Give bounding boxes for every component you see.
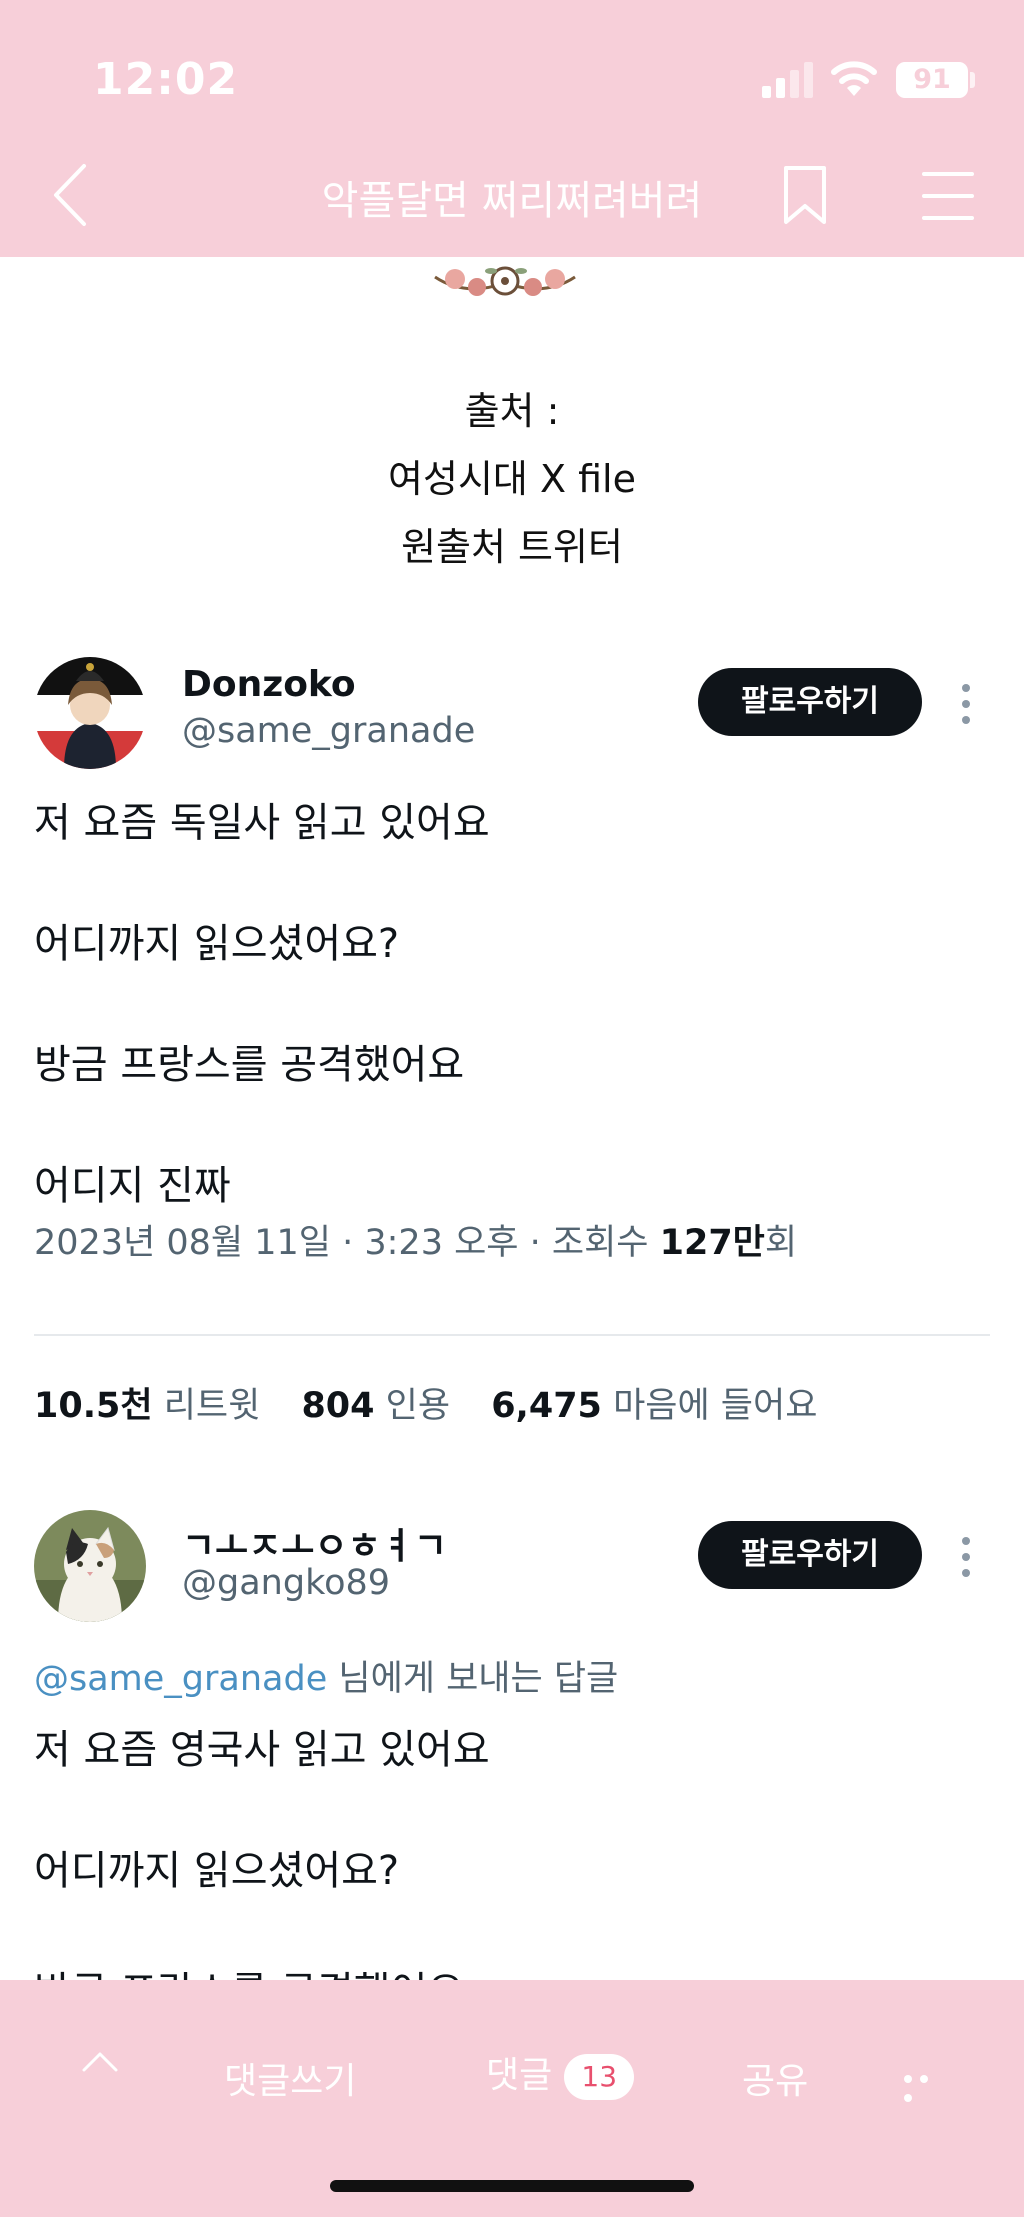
scroll-top-icon[interactable] (80, 2042, 120, 2082)
tweet-text-line: 어디지 진짜 (34, 1163, 231, 1209)
view-count: 127만 (659, 1223, 765, 1263)
flower-decoration-image (425, 257, 585, 313)
tweet-text-line: 방금 프랑스를 공격했어요 (34, 1959, 464, 1980)
like-label: 마음에 들어요 (613, 1386, 818, 1426)
reply-to-text: 님에게 보내는 답글 (327, 1659, 619, 1699)
bookmark-icon[interactable] (780, 164, 830, 226)
menu-icon[interactable] (922, 172, 974, 220)
reply-mention-link[interactable]: @same_granade (34, 1659, 327, 1699)
source-line: 원출처 트위터 (401, 525, 623, 569)
cellular-signal-icon (762, 62, 814, 98)
more-options-icon[interactable] (958, 684, 974, 728)
comments-label: 댓글 (486, 2055, 553, 2096)
view-count-suffix: 회 (764, 1223, 798, 1263)
retweet-label: 리트윗 (163, 1386, 261, 1426)
tweet-meta: 2023년 08월 11일 · 3:23 오후 · 조회수 127만회 (34, 1214, 797, 1265)
tweet-text-line: 어디까지 읽으셨어요? (34, 921, 400, 967)
tweet-text-line: 방금 프랑스를 공격했어요 (34, 1042, 465, 1088)
tweet-text-line: 저 요즘 독일사 읽고 있어요 (34, 800, 490, 846)
back-icon[interactable] (46, 160, 94, 230)
follow-button[interactable]: 팔로우하기 (698, 668, 922, 736)
user-handle[interactable]: @same_granade (182, 711, 475, 751)
source-text: 출처 : 여성시대 X file 원출처 트위터 (0, 377, 1024, 581)
comment-count-badge: 13 (564, 2054, 635, 2100)
status-time: 12:02 (93, 54, 239, 105)
top-bar: 12:02 91 악플달면 쩌리쩌려버려 (0, 0, 1024, 257)
source-line: 출처 : (464, 389, 560, 433)
post-content: 출처 : 여성시대 X file 원출처 트위터 Donzoko @same_g… (0, 257, 1024, 1980)
follow-button[interactable]: 팔로우하기 (698, 1521, 922, 1589)
tweet-text-line: 저 요즘 영국사 읽고 있어요 (34, 1727, 490, 1773)
page-title: 악플달면 쩌리쩌려버려 (321, 178, 703, 224)
write-comment-button[interactable]: 댓글쓰기 (224, 2052, 356, 2104)
divider (34, 1334, 990, 1336)
quote-label: 인용 (385, 1386, 451, 1426)
more-icon[interactable] (904, 2068, 948, 2102)
tweet-text-line: 어디까지 읽으셨어요? (34, 1848, 400, 1894)
share-button[interactable]: 공유 (742, 2052, 808, 2104)
home-indicator[interactable] (330, 2180, 694, 2192)
like-count[interactable]: 6,475 (491, 1386, 602, 1426)
battery-tip (970, 72, 975, 88)
retweet-count[interactable]: 10.5천 (34, 1386, 153, 1426)
source-line: 여성시대 X file (388, 457, 636, 501)
wifi-icon (830, 58, 878, 98)
tweet-stats: 10.5천 리트윗 804 인용 6,475 마음에 들어요 (34, 1377, 847, 1428)
avatar[interactable] (34, 657, 146, 769)
tweet-date: 2023년 08월 11일 · 3:23 오후 · 조회수 (34, 1223, 660, 1263)
quote-count[interactable]: 804 (301, 1386, 374, 1426)
reply-to-line: @same_granade 님에게 보내는 답글 (34, 1650, 618, 1701)
more-options-icon[interactable] (958, 1537, 974, 1581)
user-handle[interactable]: @gangko89 (182, 1563, 390, 1603)
display-name[interactable]: Donzoko (182, 664, 356, 705)
avatar[interactable] (34, 1510, 146, 1622)
battery-icon: 91 (896, 62, 968, 98)
comments-button[interactable]: 댓글 13 (486, 2046, 635, 2100)
display-name[interactable]: ㄱㅗㅈㅗㅇㅎㅕㄱ (182, 1517, 447, 1569)
